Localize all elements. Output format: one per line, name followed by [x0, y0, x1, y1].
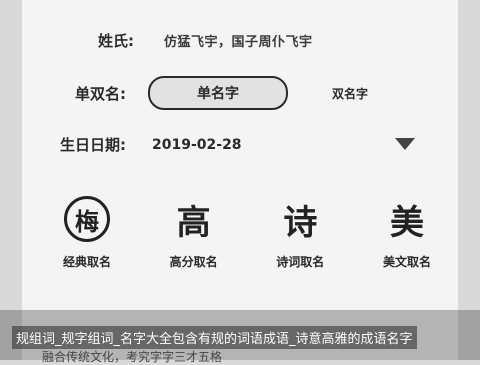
birth-date-row: 生日日期: 2019-02-28 — [52, 134, 242, 155]
feature-classic-naming[interactable]: 梅 经典取名 — [42, 195, 132, 270]
caption-overlay: 规组词_规字组词_名字大全包含有规的词语成语_诗意高雅的成语名字 融合传统文化，… — [0, 310, 480, 364]
name-type-row: 单双名: 单名字 双名字 — [66, 76, 368, 110]
single-name-option[interactable]: 单名字 — [148, 76, 288, 110]
feature-poetry-naming[interactable]: 诗 诗词取名 — [255, 195, 345, 270]
naming-form-card: 姓氏: 仿猛飞宇，国子周仆飞宇 单双名: 单名字 双名字 生日日期: 2019-… — [22, 0, 458, 360]
birth-date-value[interactable]: 2019-02-28 — [152, 137, 242, 153]
date-dropdown-icon[interactable] — [395, 138, 415, 150]
feature-label: 经典取名 — [62, 255, 111, 269]
poetry-glyph: 诗 — [283, 202, 318, 243]
single-name-option-label: 单名字 — [197, 86, 239, 102]
feature-high-score-naming[interactable]: 高 高分取名 — [149, 195, 239, 270]
feature-label: 美文取名 — [382, 255, 431, 269]
surname-label: 姓氏: — [98, 32, 134, 50]
surname-row: 姓氏: 仿猛飞宇，国子周仆飞宇 — [70, 30, 313, 51]
birth-date-label: 生日日期: — [60, 136, 126, 154]
high-score-glyph: 高 — [176, 202, 211, 243]
surname-input[interactable]: 仿猛飞宇，国子周仆飞宇 — [164, 31, 313, 50]
classic-naming-icon: 梅 — [63, 195, 111, 243]
prose-naming-icon: 美 — [383, 195, 431, 243]
feature-prose-naming[interactable]: 美 美文取名 — [362, 195, 452, 270]
high-score-naming-icon: 高 — [170, 195, 218, 243]
caption-line-2: 融合传统文化，考究字字三才五格 — [42, 350, 223, 364]
prose-glyph: 美 — [389, 202, 424, 243]
feature-list: 梅 经典取名 高 高分取名 诗 诗词取名 美 美文取名 — [42, 195, 452, 270]
caption-line-1[interactable]: 规组词_规字组词_名字大全包含有规的词语成语_诗意高雅的成语名字 — [12, 326, 417, 349]
double-name-option[interactable]: 双名字 — [332, 85, 368, 102]
poetry-naming-icon: 诗 — [276, 195, 324, 243]
classic-glyph: 梅 — [64, 196, 110, 242]
feature-label: 高分取名 — [169, 255, 218, 269]
feature-label: 诗词取名 — [276, 255, 325, 269]
name-type-label: 单双名: — [75, 84, 126, 103]
